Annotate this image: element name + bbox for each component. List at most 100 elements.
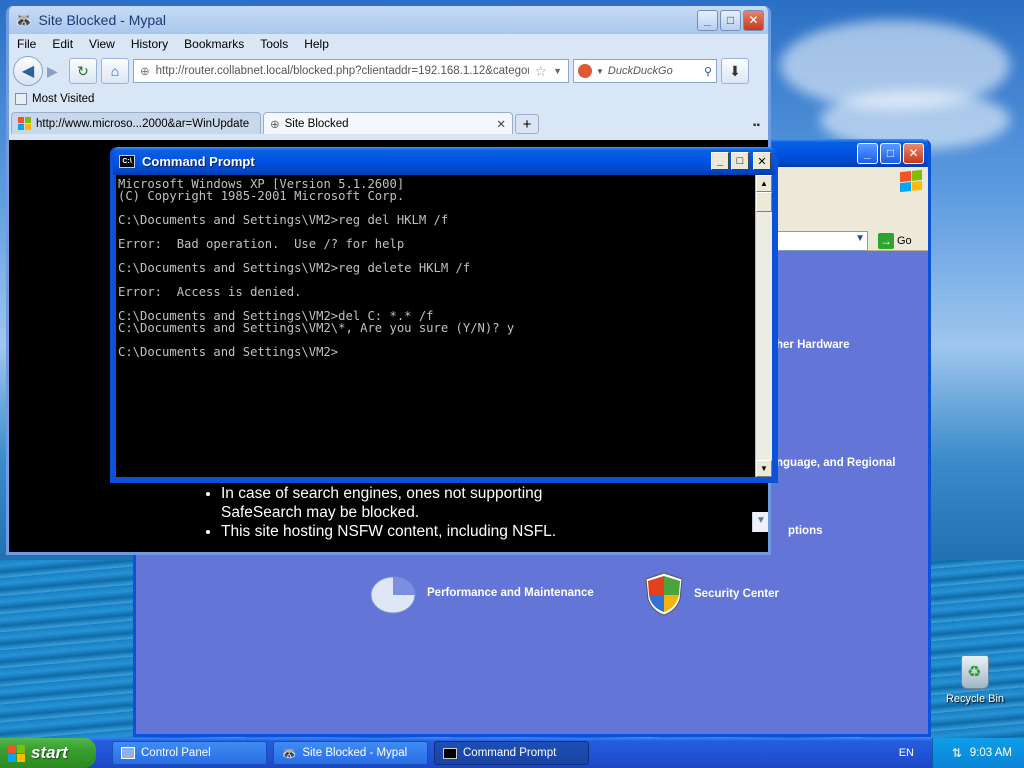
reload-button[interactable]: ↻: [69, 58, 97, 84]
command-prompt-title: Command Prompt: [142, 153, 255, 169]
system-tray: ⇅ 9:03 AM: [932, 738, 1024, 768]
taskbar-control-panel[interactable]: Control Panel: [112, 741, 267, 765]
menu-edit[interactable]: Edit: [52, 37, 73, 51]
navigation-toolbar: ◀ ▶ ↻ ⌂ ⊕ http://router.collabnet.local/…: [9, 54, 768, 88]
minimize-button[interactable]: _: [697, 9, 718, 31]
minimize-button[interactable]: _: [857, 142, 878, 164]
duckduckgo-icon: [578, 64, 592, 78]
tab-windows-update[interactable]: http://www.microso...2000&ar=WinUpdate: [11, 112, 261, 134]
category-regional[interactable]: nguage, and Regional: [776, 457, 895, 469]
scroll-thumb[interactable]: [756, 192, 772, 212]
tab-site-blocked[interactable]: ⊕ Site Blocked ✕: [263, 112, 513, 134]
browser-titlebar[interactable]: 🦝 Site Blocked - Mypal _ □ ✕: [9, 6, 768, 34]
console-line: Error: Bad operation. Use /? for help: [118, 237, 405, 251]
new-tab-button[interactable]: +: [515, 114, 539, 134]
chevron-down-icon[interactable]: ▼: [553, 66, 562, 76]
home-icon: ⌂: [110, 63, 120, 79]
raccoon-icon: 🦝: [15, 11, 33, 28]
tab-bar: http://www.microso...2000&ar=WinUpdate ⊕…: [9, 110, 768, 134]
language-indicator[interactable]: EN: [899, 747, 914, 759]
menu-bookmarks[interactable]: Bookmarks: [184, 37, 244, 51]
most-visited-link[interactable]: Most Visited: [32, 93, 94, 105]
forward-button[interactable]: ▶: [47, 63, 65, 80]
console-line: Error: Access is denied.: [118, 285, 302, 299]
go-button[interactable]: → Go: [878, 233, 912, 249]
console-line: (C) Copyright 1985-2001 Microsoft Corp.: [118, 189, 405, 203]
back-arrow-icon: ◀: [21, 63, 35, 80]
menu-view[interactable]: View: [89, 37, 115, 51]
address-dropdown[interactable]: ▼: [776, 231, 868, 251]
recycle-bin-icon[interactable]: Recycle Bin: [942, 655, 1008, 705]
download-arrow-icon: ⬇: [729, 62, 741, 79]
go-arrow-icon: →: [878, 233, 894, 249]
globe-icon: ⊕: [270, 118, 280, 131]
globe-icon: ⊕: [140, 66, 150, 78]
chevron-down-icon[interactable]: ▼: [756, 515, 766, 526]
recycle-bin-image: [961, 655, 989, 689]
console-line: C:\Documents and Settings\VM2>reg del HK…: [118, 213, 449, 227]
console-line: C:\Documents and Settings\VM2\*, Are you…: [118, 321, 515, 335]
menu-help[interactable]: Help: [304, 37, 329, 51]
list-item: In case of search engines, ones not supp…: [221, 484, 551, 522]
raccoon-icon: 🦝: [282, 748, 297, 760]
close-tab-icon[interactable]: ✕: [496, 117, 506, 131]
close-button[interactable]: ✕: [743, 9, 764, 31]
downloads-button[interactable]: ⬇: [721, 58, 749, 84]
plus-icon: +: [522, 115, 532, 133]
control-panel-icon: [121, 747, 135, 759]
clock[interactable]: 9:03 AM: [970, 747, 1012, 759]
close-button[interactable]: ✕: [753, 152, 771, 170]
home-button[interactable]: ⌂: [101, 58, 129, 84]
performance-icon: [370, 576, 416, 614]
start-button[interactable]: start: [0, 738, 96, 768]
forward-arrow-icon: ▶: [47, 62, 58, 79]
maximize-button[interactable]: □: [731, 152, 749, 170]
windows-logo-icon: [18, 117, 31, 130]
console-scrollbar[interactable]: ▲ ▼: [755, 175, 772, 477]
console-icon: [443, 747, 457, 759]
taskbar: start Control Panel 🦝 Site Blocked - Myp…: [0, 738, 1024, 768]
search-box[interactable]: ▼ DuckDuckGo ⚲: [573, 59, 717, 83]
bookmarks-toolbar: Most Visited: [9, 88, 768, 110]
menu-tools[interactable]: Tools: [260, 37, 288, 51]
console-line: C:\Documents and Settings\VM2>: [118, 345, 339, 359]
network-icon[interactable]: ⇅: [952, 746, 962, 760]
command-prompt-titlebar[interactable]: C:\ Command Prompt _ □ ✕: [113, 147, 775, 175]
browser-title: Site Blocked - Mypal: [38, 12, 167, 28]
windows-flag-icon: [8, 744, 25, 762]
search-placeholder[interactable]: DuckDuckGo: [608, 65, 700, 77]
menu-history[interactable]: History: [131, 37, 168, 51]
console-output[interactable]: Microsoft Windows XP [Version 5.1.2600](…: [116, 175, 755, 477]
menu-bar: File Edit View History Bookmarks Tools H…: [9, 34, 768, 54]
windows-flag-icon: [900, 169, 922, 193]
minimize-button[interactable]: _: [711, 152, 729, 170]
maximize-button[interactable]: □: [880, 142, 901, 164]
url-text[interactable]: http://router.collabnet.local/blocked.ph…: [156, 65, 529, 77]
category-security-center[interactable]: Security Center: [644, 571, 779, 617]
bookmark-star-icon[interactable]: ☆: [535, 63, 548, 80]
shield-icon: [645, 572, 683, 616]
maximize-button[interactable]: □: [720, 9, 741, 31]
scroll-down-button[interactable]: ▼: [756, 460, 772, 477]
blocked-reasons-list: In case of search engines, ones not supp…: [221, 484, 561, 541]
tab-list-icon[interactable]: ▪▪: [753, 120, 760, 131]
console-icon: C:\: [119, 154, 135, 168]
search-icon[interactable]: ⚲: [704, 65, 712, 78]
scroll-up-button[interactable]: ▲: [756, 175, 772, 192]
list-item: This site hosting NSFW content, includin…: [221, 522, 561, 541]
page-scrollbar[interactable]: ▼: [752, 512, 768, 532]
taskbar-browser[interactable]: 🦝 Site Blocked - Mypal: [273, 741, 428, 765]
url-bar[interactable]: ⊕ http://router.collabnet.local/blocked.…: [133, 59, 569, 83]
chevron-down-icon[interactable]: ▼: [855, 233, 865, 244]
chevron-down-icon[interactable]: ▼: [596, 67, 604, 76]
back-button[interactable]: ◀: [13, 56, 43, 86]
most-visited-icon: [15, 93, 27, 105]
reload-icon: ↻: [77, 62, 89, 79]
command-prompt-window[interactable]: C:\ Command Prompt _ □ ✕ Microsoft Windo…: [110, 147, 778, 483]
category-options[interactable]: ptions: [788, 525, 823, 537]
close-button[interactable]: ✕: [903, 142, 924, 164]
menu-file[interactable]: File: [17, 37, 36, 51]
category-hardware[interactable]: her Hardware: [776, 339, 850, 351]
category-performance[interactable]: Performance and Maintenance: [369, 571, 594, 615]
taskbar-command-prompt[interactable]: Command Prompt: [434, 741, 589, 765]
